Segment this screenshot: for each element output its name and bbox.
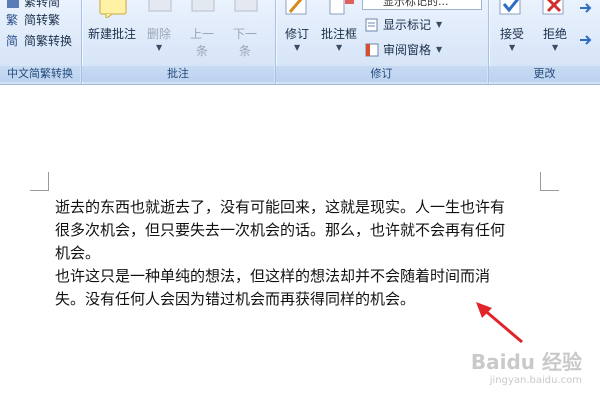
next-change-icon[interactable] <box>578 32 596 51</box>
document-text-line[interactable]: 逝去的东西也就逝去了，没有可能回来，这就是现实。人一生也许有 <box>55 196 555 218</box>
annotation-arrow-icon <box>476 302 523 344</box>
delete-dropdown-icon[interactable]: ▼ <box>156 43 162 52</box>
track-changes-icon[interactable] <box>284 0 310 22</box>
display-for-review-dropdown[interactable]: 显示标记的... <box>362 0 482 10</box>
previous-change-icon[interactable] <box>578 0 596 19</box>
reviewing-pane-button[interactable]: 审阅窗格 <box>383 41 431 58</box>
chinese-convert-icon: 简 <box>6 32 22 51</box>
reviewing-pane-icon <box>365 42 379 61</box>
simp-to-trad-button[interactable]: 简转繁 <box>24 11 60 28</box>
display-for-review-value: 显示标记的... <box>383 0 449 8</box>
delete-comment-icon <box>148 0 172 20</box>
document-text-line[interactable]: 也许这只是一种单纯的想法，但这样的想法却并不会随着时间而消 <box>55 265 555 287</box>
chinese-convert-group-label: 中文简繁转换 <box>0 66 80 82</box>
show-markup-dropdown-icon[interactable]: ▼ <box>436 20 442 29</box>
next-comment-icon <box>234 0 258 20</box>
previous-comment-icon <box>191 0 215 20</box>
ribbon: 繁转简 繁 简转繁 简 简繁转换 中文简繁转换 新建批注 删除 ▼ 上一 条 下… <box>0 0 600 85</box>
show-markup-button[interactable]: 显示标记 <box>383 16 431 33</box>
simp-to-trad-icon: 繁 <box>6 11 22 30</box>
accept-change-button[interactable]: 接受 <box>500 25 524 42</box>
next-comment-button-line2: 条 <box>239 44 252 58</box>
next-comment-button[interactable]: 下一 <box>233 25 257 42</box>
changes-group-label: 更改 <box>489 66 600 82</box>
previous-comment-button[interactable]: 上一 <box>190 25 214 42</box>
delete-comment-button[interactable]: 删除 <box>147 25 171 42</box>
document-text-line[interactable]: 机会。 <box>55 242 555 264</box>
previous-comment-button-line2: 条 <box>196 44 209 58</box>
balloons-dropdown-icon[interactable]: ▼ <box>336 43 342 52</box>
accept-dropdown-icon[interactable]: ▼ <box>509 43 515 52</box>
new-comment-icon[interactable] <box>98 0 130 22</box>
balloons-icon[interactable] <box>328 0 356 22</box>
balloons-button[interactable]: 批注框 <box>321 25 357 42</box>
reject-dropdown-icon[interactable]: ▼ <box>552 43 558 52</box>
margin-mark-top-right <box>540 172 559 191</box>
baidu-watermark: Baidu 经验 jingyan.baidu.com <box>471 346 582 386</box>
accept-change-icon[interactable] <box>498 0 526 22</box>
track-changes-dropdown-icon[interactable]: ▼ <box>294 43 300 52</box>
reviewing-pane-dropdown-icon[interactable]: ▼ <box>436 45 442 54</box>
watermark-url: jingyan.baidu.com <box>489 375 582 386</box>
margin-mark-top-left <box>30 172 49 191</box>
svg-text:简: 简 <box>6 34 18 47</box>
comments-group-label: 批注 <box>82 66 274 82</box>
new-comment-button[interactable]: 新建批注 <box>88 25 136 42</box>
watermark-brand: Baidu 经验 <box>470 350 582 374</box>
reject-change-button[interactable]: 拒绝 <box>543 25 567 42</box>
document-text-line[interactable]: 很多次机会，但只要失去一次机会的话。那么，也许就不会再有任何 <box>55 219 555 241</box>
svg-text:繁: 繁 <box>6 12 18 26</box>
trad-to-simp-button[interactable]: 繁转简 <box>24 0 60 10</box>
chinese-convert-button[interactable]: 简繁转换 <box>24 32 72 49</box>
reject-change-icon[interactable] <box>541 0 569 22</box>
tracking-group-label: 修订 <box>276 66 487 82</box>
track-changes-button[interactable]: 修订 <box>285 25 309 42</box>
show-markup-icon <box>365 17 379 36</box>
